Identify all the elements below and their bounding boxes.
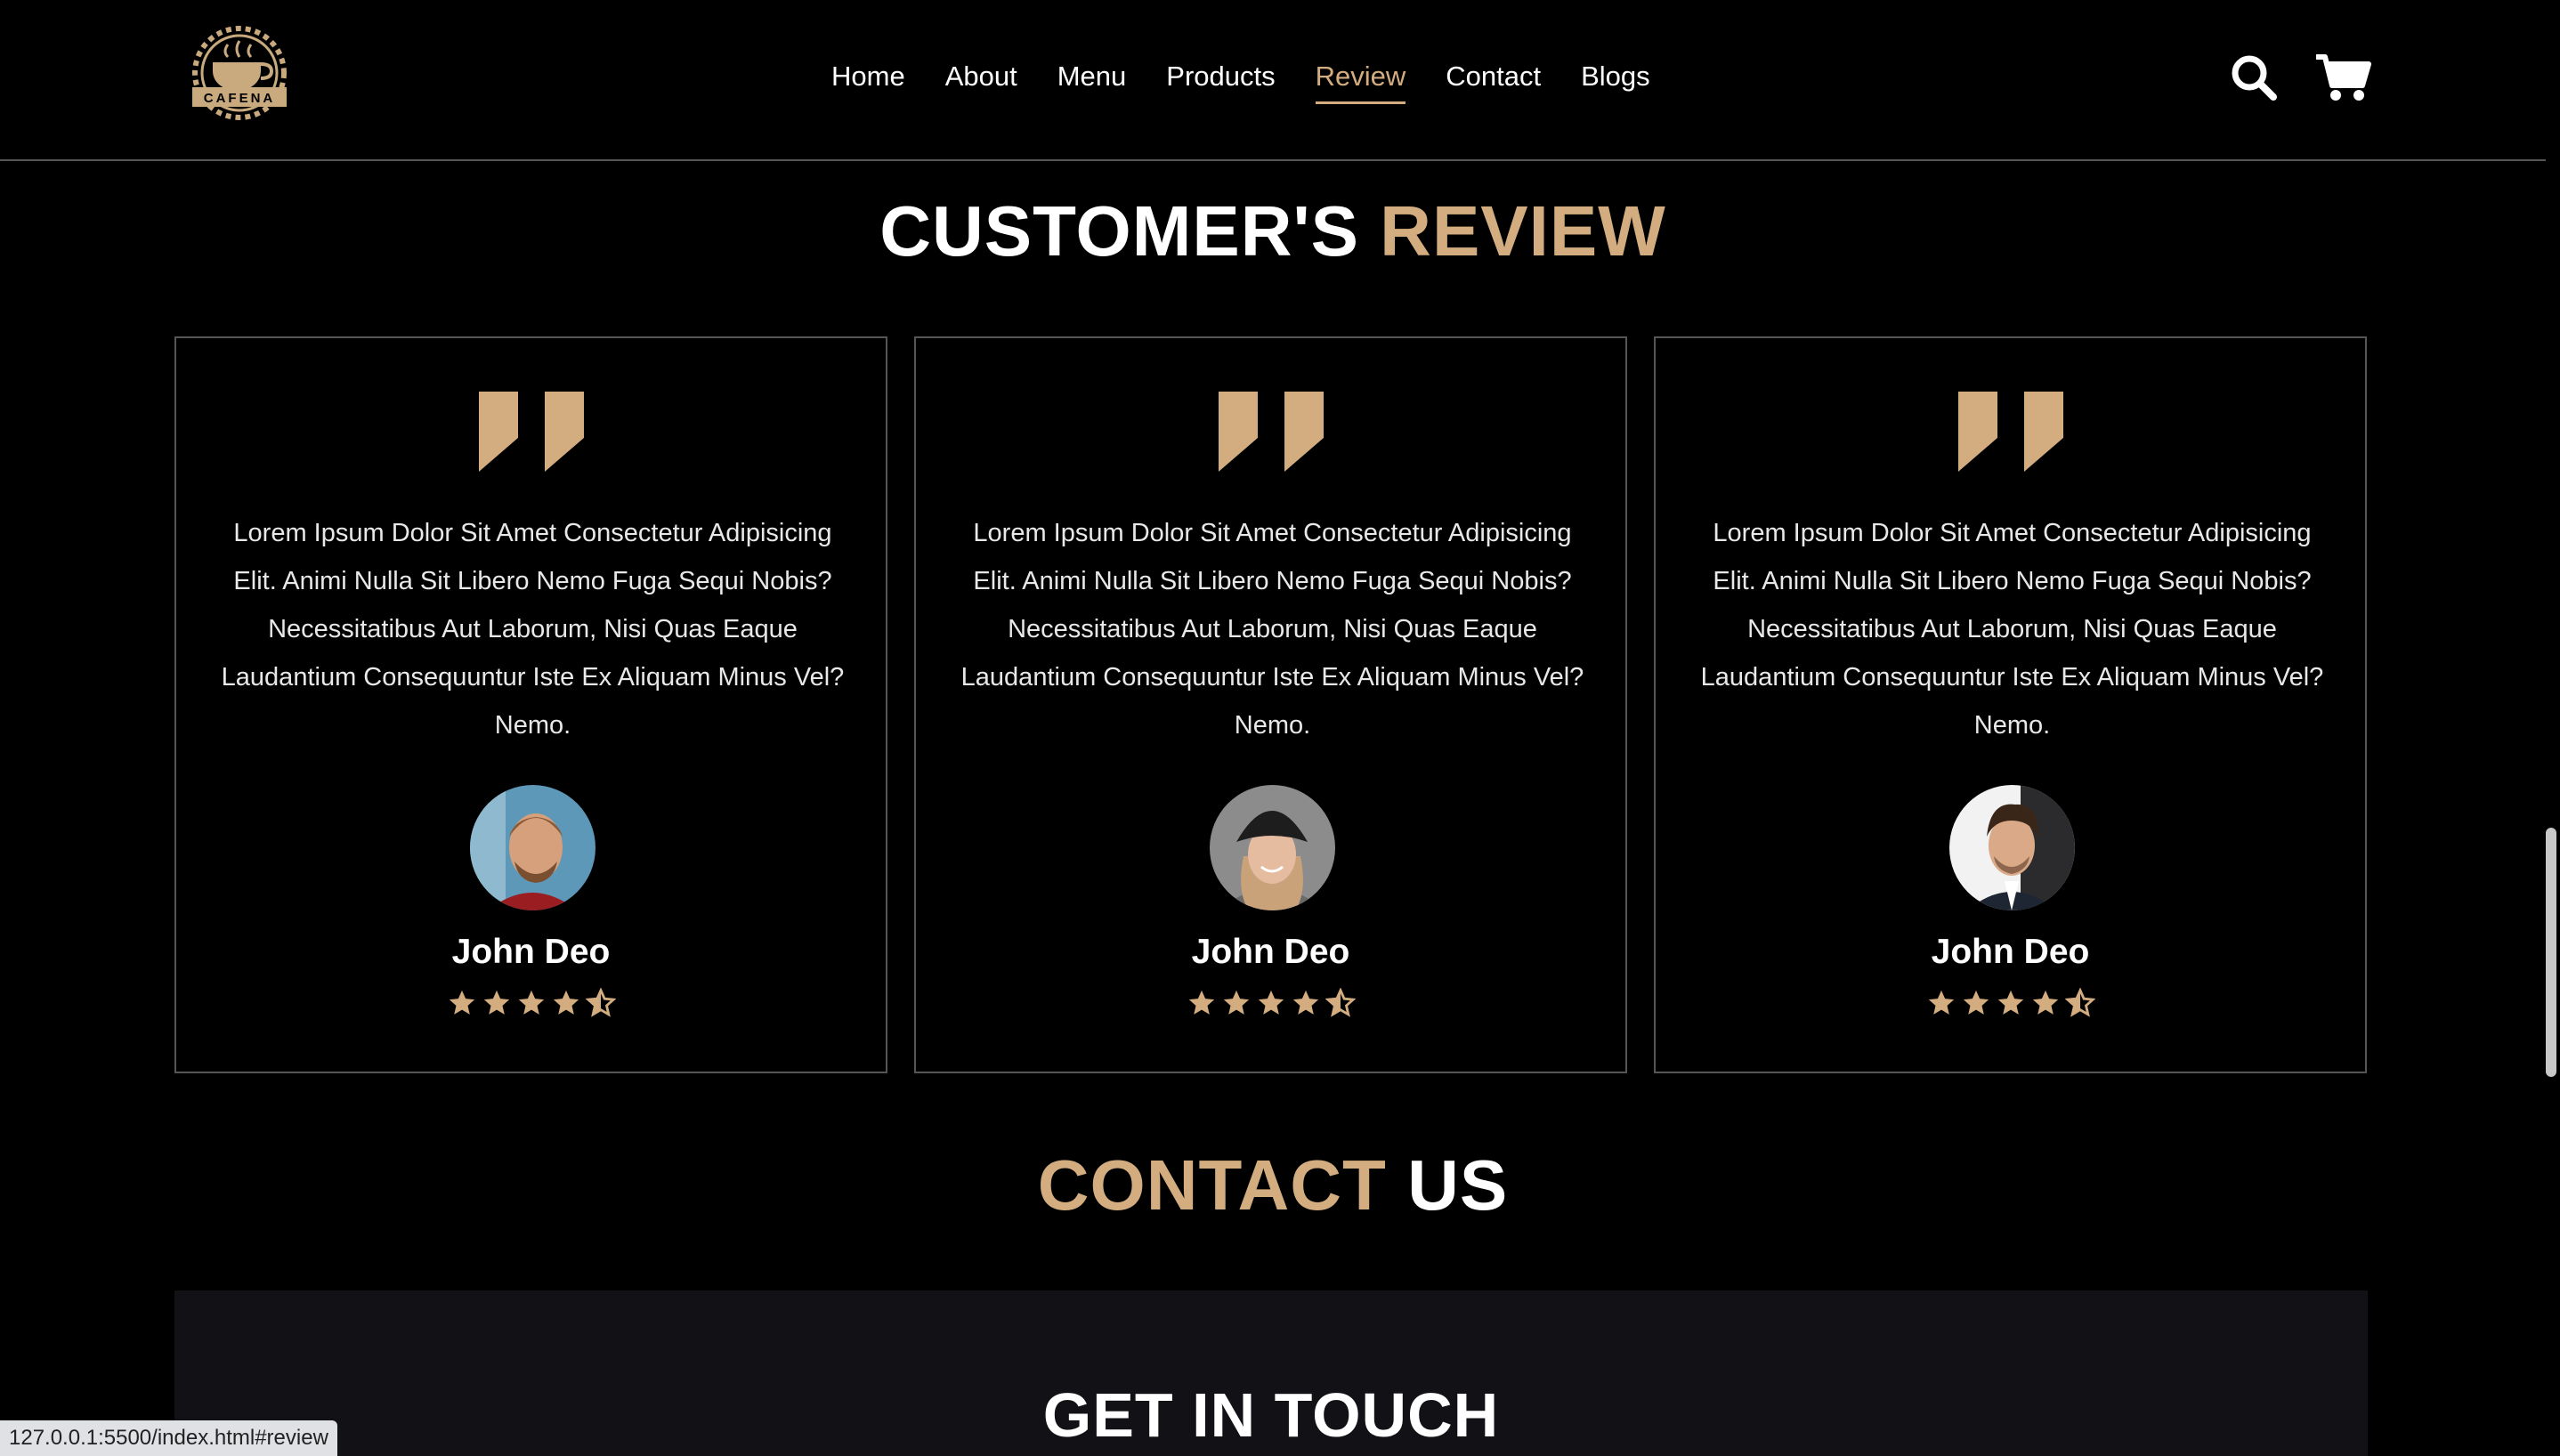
- review-section-title: CUSTOMER'S REVIEW: [0, 189, 2546, 274]
- contact-title-accent: CONTACT: [1037, 1145, 1387, 1225]
- nav-products[interactable]: Products: [1166, 59, 1275, 101]
- review-title-main: CUSTOMER'S: [879, 191, 1359, 271]
- star-icon: [553, 990, 579, 1015]
- review-card: Lorem Ipsum Dolor Sit Amet Consectetur A…: [1654, 336, 2367, 1073]
- star-icon: [1258, 990, 1284, 1015]
- quote-icon: [1219, 392, 1324, 472]
- search-icon[interactable]: [2228, 52, 2280, 103]
- avatar: [1210, 785, 1335, 910]
- star-rating: [1656, 988, 2365, 1018]
- star-icon: [1997, 990, 2023, 1015]
- star-half-icon: [585, 988, 616, 1017]
- nav-menu[interactable]: Menu: [1057, 59, 1127, 101]
- coffee-logo-icon: CAFENA: [192, 26, 287, 120]
- star-half-icon: [1325, 988, 1356, 1017]
- shopping-cart-icon[interactable]: [2314, 52, 2371, 103]
- star-icon: [449, 990, 474, 1015]
- contact-panel: GET IN TOUCH: [174, 1290, 2368, 1456]
- star-icon: [1223, 990, 1249, 1015]
- avatar: [1949, 785, 2075, 910]
- star-icon: [483, 990, 509, 1015]
- nav-review[interactable]: Review: [1315, 59, 1406, 104]
- main-nav: Home About Menu Products Review Contact …: [831, 59, 1650, 107]
- review-title-accent: REVIEW: [1380, 191, 1666, 271]
- nav-contact[interactable]: Contact: [1446, 59, 1541, 101]
- review-text: Lorem Ipsum Dolor Sit Amet Consectetur A…: [221, 519, 845, 740]
- reviewer-name: John Deo: [451, 933, 611, 971]
- star-icon: [518, 990, 544, 1015]
- cafena-logo[interactable]: CAFENA: [173, 18, 306, 129]
- star-icon: [1928, 990, 1954, 1015]
- quote-icon: [1958, 392, 2063, 472]
- review-card: Lorem Ipsum Dolor Sit Amet Consectetur A…: [914, 336, 1627, 1073]
- contact-title-main: US: [1407, 1145, 1509, 1225]
- star-icon: [2032, 990, 2058, 1015]
- reviewer-name: John Deo: [1931, 933, 2090, 971]
- logo-text: CAFENA: [204, 91, 276, 106]
- site-header: CAFENA Home About Menu Products Review C…: [0, 0, 2546, 161]
- star-icon: [1292, 990, 1318, 1015]
- star-rating: [916, 988, 1625, 1018]
- nav-about[interactable]: About: [945, 59, 1017, 101]
- nav-blogs[interactable]: Blogs: [1581, 59, 1650, 101]
- reviewer-name: John Deo: [1191, 933, 1350, 971]
- scrollbar-thumb[interactable]: [2546, 828, 2556, 1077]
- star-rating: [176, 988, 886, 1018]
- review-cards: Lorem Ipsum Dolor Sit Amet Consectetur A…: [174, 336, 2368, 1073]
- star-half-icon: [2064, 988, 2095, 1017]
- star-icon: [1963, 990, 1989, 1015]
- review-text: Lorem Ipsum Dolor Sit Amet Consectetur A…: [960, 519, 1584, 740]
- review-card: Lorem Ipsum Dolor Sit Amet Consectetur A…: [174, 336, 887, 1073]
- star-icon: [1188, 990, 1214, 1015]
- nav-home[interactable]: Home: [831, 59, 905, 101]
- status-bar-url: 127.0.0.1:5500/index.html#review: [0, 1420, 337, 1456]
- quote-icon: [479, 392, 584, 472]
- contact-section-title: CONTACT US: [0, 1143, 2546, 1228]
- get-in-touch-title: GET IN TOUCH: [1042, 1380, 1500, 1450]
- avatar: [470, 785, 595, 910]
- review-text: Lorem Ipsum Dolor Sit Amet Consectetur A…: [1700, 519, 2324, 740]
